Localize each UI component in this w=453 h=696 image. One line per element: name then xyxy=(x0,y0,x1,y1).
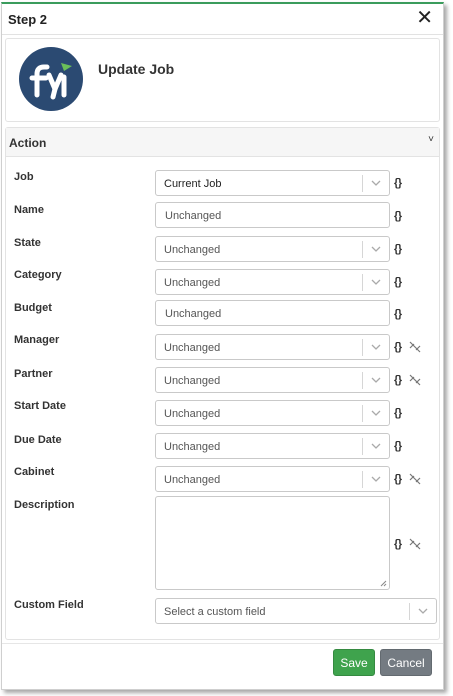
chevron-down-icon[interactable] xyxy=(369,406,383,420)
update-job-dialog: Step 2 ✕ Update Job Action ˅ Job Current… xyxy=(1,2,444,690)
job-select-value: Current Job xyxy=(164,178,222,190)
state-select[interactable]: Unchanged xyxy=(155,236,390,262)
custom-field-label: Custom Field xyxy=(14,599,84,611)
partner-select-value: Unchanged xyxy=(164,375,221,387)
budget-input[interactable]: Unchanged xyxy=(155,300,390,326)
cabinet-select-value: Unchanged xyxy=(164,474,221,486)
job-select[interactable]: Current Job xyxy=(155,170,390,196)
budget-label: Budget xyxy=(14,302,52,314)
state-select-value: Unchanged xyxy=(164,244,221,256)
cabinet-variable-button[interactable]: {} xyxy=(394,473,402,485)
due-date-label: Due Date xyxy=(14,434,62,446)
footer-divider xyxy=(2,643,443,644)
description-textarea[interactable] xyxy=(155,496,390,590)
job-label: Job xyxy=(14,171,34,183)
category-label: Category xyxy=(14,269,62,281)
chevron-down-icon[interactable] xyxy=(369,472,383,486)
chevron-down-icon[interactable] xyxy=(369,275,383,289)
manager-select-value: Unchanged xyxy=(164,342,221,354)
chevron-down-icon[interactable] xyxy=(369,242,383,256)
chevron-down-icon[interactable] xyxy=(369,340,383,354)
select-divider xyxy=(362,438,363,455)
budget-input-value: Unchanged xyxy=(165,308,222,320)
close-icon[interactable]: ✕ xyxy=(416,8,433,28)
category-variable-button[interactable]: {} xyxy=(394,276,402,288)
start-date-select-value: Unchanged xyxy=(164,408,221,420)
budget-variable-button[interactable]: {} xyxy=(394,308,402,320)
manager-variable-button[interactable]: {} xyxy=(394,341,402,353)
custom-field-select[interactable]: Select a custom field xyxy=(155,598,437,624)
chevron-down-icon[interactable]: ˅ xyxy=(428,134,434,145)
job-variable-button[interactable]: {} xyxy=(394,177,402,189)
start-date-label: Start Date xyxy=(14,400,66,412)
select-divider xyxy=(362,405,363,422)
state-variable-button[interactable]: {} xyxy=(394,243,402,255)
unlink-icon[interactable] xyxy=(408,340,422,354)
unlink-icon[interactable] xyxy=(408,373,422,387)
action-title: Update Job xyxy=(98,61,175,77)
manager-label: Manager xyxy=(14,334,60,346)
partner-variable-button[interactable]: {} xyxy=(394,374,402,386)
dialog-title: Step 2 xyxy=(8,12,48,27)
step-header: Update Job xyxy=(5,38,440,122)
unlink-icon[interactable] xyxy=(408,537,422,551)
chevron-down-icon[interactable] xyxy=(369,373,383,387)
category-select-value: Unchanged xyxy=(164,277,221,289)
description-label: Description xyxy=(14,499,75,511)
partner-label: Partner xyxy=(14,368,53,380)
dialog-titlebar: Step 2 ✕ xyxy=(2,4,443,35)
resize-handle-icon[interactable] xyxy=(380,580,387,587)
select-divider xyxy=(362,339,363,356)
unlink-icon[interactable] xyxy=(408,472,422,486)
description-variable-button[interactable]: {} xyxy=(394,538,402,550)
chevron-down-icon[interactable] xyxy=(416,604,430,618)
manager-select[interactable]: Unchanged xyxy=(155,334,390,360)
start-date-variable-button[interactable]: {} xyxy=(394,407,402,419)
select-divider xyxy=(362,471,363,488)
category-select[interactable]: Unchanged xyxy=(155,269,390,295)
action-section-label: Action xyxy=(9,136,47,150)
due-date-select[interactable]: Unchanged xyxy=(155,433,390,459)
name-input[interactable]: Unchanged xyxy=(155,202,390,228)
select-divider xyxy=(409,603,410,620)
chevron-down-icon[interactable] xyxy=(369,176,383,190)
due-date-select-value: Unchanged xyxy=(164,441,221,453)
custom-field-placeholder: Select a custom field xyxy=(164,606,266,618)
select-divider xyxy=(362,175,363,192)
action-section-header[interactable]: Action ˅ xyxy=(6,128,439,157)
select-divider xyxy=(362,372,363,389)
chevron-down-icon[interactable] xyxy=(369,439,383,453)
due-date-variable-button[interactable]: {} xyxy=(394,440,402,452)
cabinet-select[interactable]: Unchanged xyxy=(155,466,390,492)
state-label: State xyxy=(14,237,41,249)
select-divider xyxy=(362,241,363,258)
name-label: Name xyxy=(14,204,44,216)
name-input-value: Unchanged xyxy=(165,210,222,222)
start-date-select[interactable]: Unchanged xyxy=(155,400,390,426)
name-variable-button[interactable]: {} xyxy=(394,210,402,222)
save-button[interactable]: Save xyxy=(333,649,375,676)
cabinet-label: Cabinet xyxy=(14,466,55,478)
fyi-logo xyxy=(19,47,83,111)
cancel-button[interactable]: Cancel xyxy=(380,649,432,676)
select-divider xyxy=(362,274,363,291)
partner-select[interactable]: Unchanged xyxy=(155,367,390,393)
